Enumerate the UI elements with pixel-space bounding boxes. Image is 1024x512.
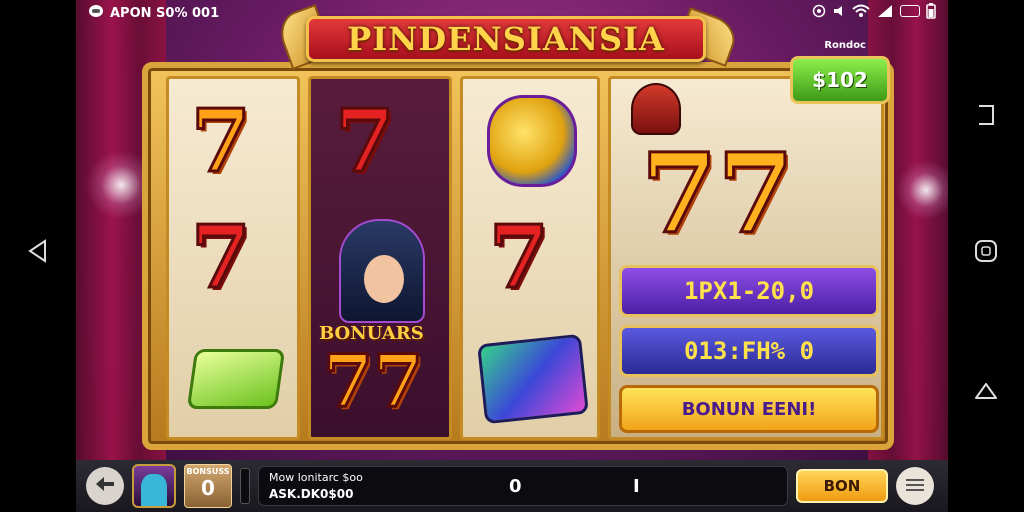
message-line-2: ASK.DK0$00 — [269, 487, 354, 501]
reel-frame: 7 7 7 BONUARS 77 7 77 1PX1-20,0 013:FH% … — [142, 62, 894, 450]
win-line-panel: 1PX1-20,0 — [619, 265, 879, 317]
symbol-double-seven: 77 — [321, 338, 424, 423]
multiplier-panel: 013:FH% 0 — [619, 325, 879, 377]
bonus-card[interactable]: BONSUSS 0 — [184, 464, 232, 508]
battery-icon — [926, 3, 936, 23]
slot-game: APON S0% 001 PINDENSIANSIA Rondoc $102 7… — [76, 0, 948, 512]
reel-4-win-panel: 77 1PX1-20,0 013:FH% 0 BONUN EENI! — [608, 76, 884, 440]
symbol-seven-red: 7 — [334, 91, 397, 192]
message-right-value: I — [633, 476, 640, 497]
status-bar: APON S0% 001 — [76, 0, 948, 26]
sim-icon — [812, 4, 826, 22]
bonus-card-value: 0 — [201, 475, 215, 500]
vibrate-icon — [832, 4, 846, 22]
android-recents-nav-icon[interactable] — [971, 376, 1001, 406]
avatar[interactable] — [132, 464, 176, 508]
back-arrow-icon — [94, 475, 116, 497]
symbol-devil — [631, 83, 681, 135]
symbol-seven-red: 7 — [488, 207, 551, 308]
symbol-big-seven: 77 — [639, 129, 795, 258]
divider — [240, 468, 250, 504]
symbol-green-gem — [186, 349, 286, 409]
android-recents-icon[interactable] — [971, 100, 1001, 130]
message-center-value: 0 — [509, 476, 522, 497]
menu-button[interactable] — [896, 467, 934, 505]
android-back-icon[interactable] — [23, 236, 53, 266]
spin-button[interactable]: BON — [796, 469, 888, 503]
symbol-fruit — [487, 95, 577, 187]
notification-icon — [88, 4, 104, 22]
bonus-button[interactable]: BONUN EENI! — [619, 385, 879, 433]
balance-caption: Rondoc — [824, 40, 866, 51]
message-box: Mow lonitarc $oo ASK.DK0$00 0 I — [258, 466, 788, 506]
symbol-rainbow-seven — [477, 333, 589, 425]
data-icon — [900, 5, 920, 21]
back-button[interactable] — [86, 467, 124, 505]
symbol-seven-red: 7 — [190, 207, 253, 308]
reel-3: 7 — [460, 76, 600, 440]
android-home-icon[interactable] — [971, 236, 1001, 266]
reel-2: 7 BONUARS 77 — [308, 76, 452, 440]
symbol-character — [339, 219, 425, 323]
status-left-text: APON S0% 001 — [110, 5, 220, 21]
character-face — [364, 255, 404, 303]
android-nav-left — [0, 0, 76, 512]
wifi-icon — [852, 4, 870, 22]
avatar-figure — [141, 474, 167, 506]
symbol-seven-orange: 7 — [190, 91, 253, 192]
spotlight — [896, 160, 948, 220]
balance-display: $102 — [790, 56, 890, 104]
android-nav-right — [948, 0, 1024, 512]
message-line-1: Mow lonitarc $oo — [269, 471, 363, 484]
reel-1: 7 7 — [166, 76, 300, 440]
menu-icon — [906, 477, 924, 496]
signal-icon — [876, 4, 894, 22]
bottom-bar: BONSUSS 0 Mow lonitarc $oo ASK.DK0$00 0 … — [76, 460, 948, 512]
